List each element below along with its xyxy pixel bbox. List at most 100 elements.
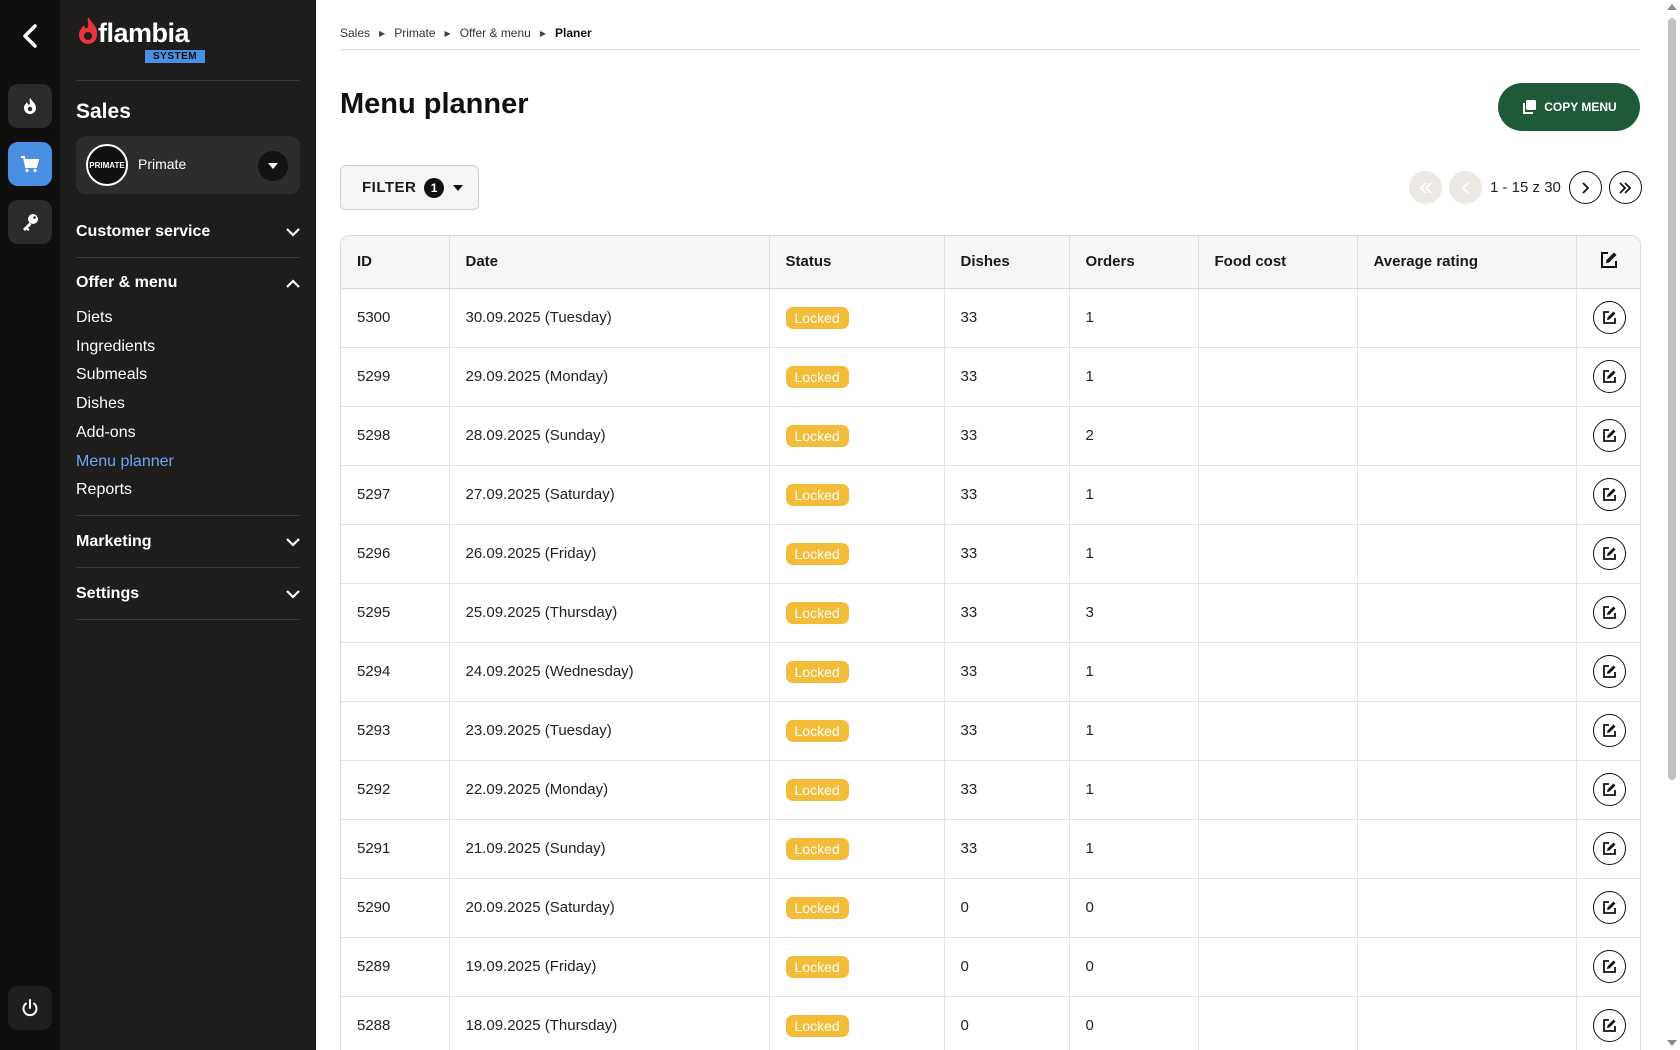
next-page-button[interactable] bbox=[1568, 171, 1602, 204]
table-row[interactable]: 5288 18.09.2025 (Thursday) Locked 0 0 bbox=[341, 996, 1640, 1050]
table-row[interactable]: 5299 29.09.2025 (Monday) Locked 33 1 bbox=[341, 347, 1640, 407]
prev-page-button[interactable] bbox=[1449, 171, 1482, 204]
nav-group-label: Offer & menu bbox=[76, 274, 178, 291]
double-chevron-left-icon bbox=[1419, 181, 1432, 194]
cell-dishes: 0 bbox=[944, 878, 1070, 938]
breadcrumb-separator-icon: ▶ bbox=[539, 28, 546, 38]
cell-date: 23.09.2025 (Tuesday) bbox=[449, 701, 770, 761]
nav-item-dishes[interactable]: Dishes bbox=[76, 395, 125, 413]
edit-row-button[interactable] bbox=[1592, 655, 1626, 688]
cell-average-rating bbox=[1357, 347, 1577, 407]
edit-row-button[interactable] bbox=[1592, 301, 1626, 334]
copy-menu-button[interactable]: COPY MENU bbox=[1498, 83, 1640, 131]
edit-row-button[interactable] bbox=[1592, 950, 1626, 983]
table-row[interactable]: 5298 28.09.2025 (Sunday) Locked 33 2 bbox=[341, 406, 1640, 466]
edit-icon bbox=[1602, 547, 1616, 560]
edit-row-button[interactable] bbox=[1592, 537, 1626, 570]
company-dropdown-button[interactable] bbox=[258, 151, 288, 181]
back-icon[interactable] bbox=[14, 20, 46, 52]
cell-status: Locked bbox=[769, 642, 945, 702]
edit-row-button[interactable] bbox=[1592, 478, 1626, 511]
edit-row-button[interactable] bbox=[1592, 419, 1626, 452]
scroll-down-icon[interactable] bbox=[1667, 1040, 1677, 1046]
nav-item-submeals[interactable]: Submeals bbox=[76, 366, 147, 384]
cell-id: 5296 bbox=[341, 524, 450, 584]
edit-row-button[interactable] bbox=[1592, 891, 1626, 924]
column-header-food-cost[interactable]: Food cost bbox=[1198, 236, 1358, 289]
cell-actions bbox=[1576, 406, 1640, 466]
nav-item-ingredients[interactable]: Ingredients bbox=[76, 338, 155, 356]
table-row[interactable]: 5293 23.09.2025 (Tuesday) Locked 33 1 bbox=[341, 701, 1640, 761]
table-row[interactable]: 5291 21.09.2025 (Sunday) Locked 33 1 bbox=[341, 819, 1640, 879]
table-row[interactable]: 5295 25.09.2025 (Thursday) Locked 33 3 bbox=[341, 583, 1640, 643]
nav-group-offer-menu[interactable]: Offer & menu bbox=[76, 271, 300, 295]
breadcrumb-sales[interactable]: Sales bbox=[340, 26, 370, 40]
column-header-id[interactable]: ID bbox=[341, 236, 450, 289]
flame-logo-icon bbox=[79, 17, 98, 44]
table-row[interactable]: 5289 19.09.2025 (Friday) Locked 0 0 bbox=[341, 937, 1640, 997]
chevron-down-icon bbox=[286, 589, 300, 599]
first-page-button[interactable] bbox=[1409, 171, 1442, 204]
edit-row-button[interactable] bbox=[1592, 832, 1626, 865]
cell-food-cost bbox=[1198, 642, 1358, 702]
divider bbox=[76, 619, 300, 620]
breadcrumb-offer-menu[interactable]: Offer & menu bbox=[460, 26, 531, 40]
breadcrumb-primate[interactable]: Primate bbox=[394, 26, 435, 40]
power-icon bbox=[22, 999, 38, 1017]
table-row[interactable]: 5290 20.09.2025 (Saturday) Locked 0 0 bbox=[341, 878, 1640, 938]
scroll-up-icon[interactable] bbox=[1667, 4, 1677, 10]
scrollbar-thumb[interactable] bbox=[1668, 18, 1676, 780]
edit-row-button[interactable] bbox=[1592, 360, 1626, 393]
rail-flame-button[interactable] bbox=[8, 84, 52, 128]
cell-food-cost bbox=[1198, 288, 1358, 348]
edit-row-button[interactable] bbox=[1592, 714, 1626, 747]
table-row[interactable]: 5294 24.09.2025 (Wednesday) Locked 33 1 bbox=[341, 642, 1640, 702]
cell-dishes: 33 bbox=[944, 347, 1070, 407]
nav-group-label: Settings bbox=[76, 585, 140, 602]
cell-actions bbox=[1576, 465, 1640, 525]
nav-item-reports[interactable]: Reports bbox=[76, 481, 132, 499]
brand-logo[interactable]: flambia SYSTEM bbox=[76, 16, 276, 66]
nav-group-marketing[interactable]: Marketing bbox=[76, 530, 300, 554]
rail-sales-button[interactable] bbox=[8, 142, 52, 186]
edit-icon bbox=[1602, 665, 1616, 678]
table-row[interactable]: 5292 22.09.2025 (Monday) Locked 33 1 bbox=[341, 760, 1640, 820]
edit-row-button[interactable] bbox=[1592, 1009, 1626, 1042]
nav-group-settings[interactable]: Settings bbox=[76, 582, 300, 606]
page-scrollbar[interactable] bbox=[1664, 0, 1680, 1050]
table-row[interactable]: 5300 30.09.2025 (Tuesday) Locked 33 1 bbox=[341, 288, 1640, 348]
rail-admin-button[interactable] bbox=[8, 200, 52, 244]
column-header-status[interactable]: Status bbox=[769, 236, 945, 289]
company-selector[interactable]: PRIMATE Primate bbox=[76, 136, 300, 194]
nav-item-add-ons[interactable]: Add-ons bbox=[76, 424, 136, 442]
rail-logout-button[interactable] bbox=[8, 986, 52, 1030]
chevron-left-icon bbox=[1461, 181, 1469, 194]
breadcrumb-current: Planer bbox=[555, 26, 592, 40]
filter-button[interactable]: FILTER 1 bbox=[340, 165, 479, 210]
cell-dishes: 0 bbox=[944, 996, 1070, 1050]
cell-food-cost bbox=[1198, 760, 1358, 820]
last-page-button[interactable] bbox=[1608, 171, 1642, 204]
divider bbox=[76, 515, 300, 516]
column-header-orders[interactable]: Orders bbox=[1069, 236, 1199, 289]
edit-row-button[interactable] bbox=[1592, 596, 1626, 629]
cell-dishes: 33 bbox=[944, 583, 1070, 643]
table-row[interactable]: 5296 26.09.2025 (Friday) Locked 33 1 bbox=[341, 524, 1640, 584]
nav-group-customer-service[interactable]: Customer service bbox=[76, 220, 300, 244]
column-header-date[interactable]: Date bbox=[449, 236, 770, 289]
column-header-dishes[interactable]: Dishes bbox=[944, 236, 1070, 289]
cell-id: 5293 bbox=[341, 701, 450, 761]
cell-dishes: 0 bbox=[944, 937, 1070, 997]
cell-date: 20.09.2025 (Saturday) bbox=[449, 878, 770, 938]
column-header-average-rating[interactable]: Average rating bbox=[1357, 236, 1577, 289]
filter-label: FILTER bbox=[362, 179, 417, 196]
nav-item-diets[interactable]: Diets bbox=[76, 309, 112, 327]
nav-item-menu-planner[interactable]: Menu planner bbox=[76, 453, 174, 471]
cell-dishes: 33 bbox=[944, 819, 1070, 879]
edit-row-button[interactable] bbox=[1592, 773, 1626, 806]
cell-dishes: 33 bbox=[944, 406, 1070, 466]
table-row[interactable]: 5297 27.09.2025 (Saturday) Locked 33 1 bbox=[341, 465, 1640, 525]
cell-actions bbox=[1576, 642, 1640, 702]
company-name: Primate bbox=[138, 156, 187, 172]
caret-down-icon bbox=[268, 163, 278, 169]
